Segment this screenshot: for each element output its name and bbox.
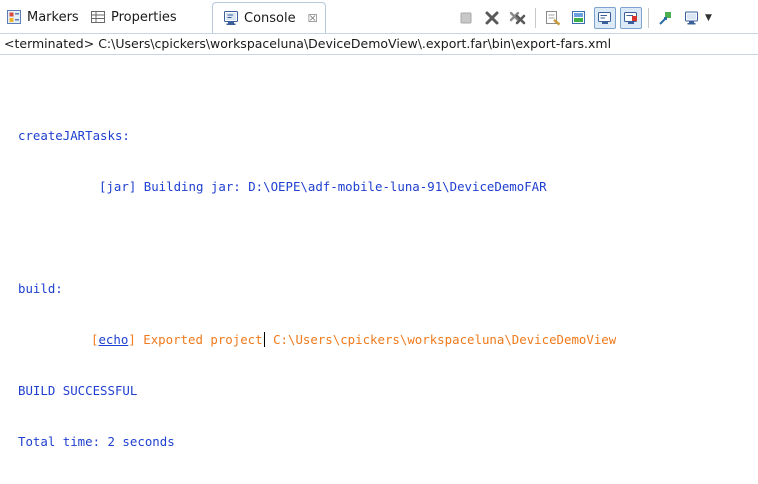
remove-launch-icon xyxy=(485,11,499,25)
remove-all-terminated-icon xyxy=(509,11,526,25)
display-console-icon xyxy=(685,11,698,25)
echo-task-link[interactable]: echo xyxy=(98,332,128,347)
clear-console-button[interactable] xyxy=(542,7,564,29)
view-menu-chevron-down-icon[interactable]: ▼ xyxy=(705,13,712,23)
pin-icon xyxy=(659,12,671,25)
output-line-build-result: BUILD SUCCESSFUL xyxy=(18,383,138,398)
output-line-total-time: Total time: 2 seconds xyxy=(18,434,175,449)
echo-bracket-open: [ xyxy=(91,332,99,347)
clear-console-icon xyxy=(546,11,561,26)
console-output[interactable]: createJARTasks: [jar] Building jar: D:\O… xyxy=(18,93,753,484)
properties-icon xyxy=(90,9,106,25)
output-line-target-build: build: xyxy=(18,281,63,296)
console-icon xyxy=(223,10,239,26)
tab-properties-label: Properties xyxy=(111,9,177,25)
terminate-button[interactable] xyxy=(455,7,477,29)
terminate-icon xyxy=(460,12,472,24)
pin-console-button[interactable] xyxy=(655,7,677,29)
output-blank-line xyxy=(18,229,753,246)
show-on-stderr-button[interactable] xyxy=(620,7,642,29)
toolbar-separator xyxy=(535,8,536,28)
echo-message-b: C:\Users\cpickers\workspaceluna\DeviceDe… xyxy=(265,332,617,347)
show-on-stdout-button[interactable] xyxy=(594,7,616,29)
echo-bracket-close: ] xyxy=(128,332,136,347)
show-stdout-icon xyxy=(598,12,611,24)
text-caret xyxy=(263,332,265,347)
scroll-lock-button[interactable] xyxy=(568,7,590,29)
remove-all-terminated-button[interactable] xyxy=(507,7,529,29)
view-tab-bar: Markers Properties Console ☒ ▼ xyxy=(0,0,758,33)
output-line-target-createjartasks: createJARTasks: xyxy=(18,128,130,143)
output-line-echo: [echo] Exported project C:\Users\cpicker… xyxy=(18,331,753,348)
console-toolbar: ▼ xyxy=(455,5,712,31)
markers-icon xyxy=(6,9,22,25)
remove-launch-button[interactable] xyxy=(481,7,503,29)
toolbar-separator-2 xyxy=(648,8,649,28)
show-stderr-icon xyxy=(624,12,637,24)
tab-console-label: Console xyxy=(244,10,296,26)
close-icon[interactable]: ☒ xyxy=(308,12,318,25)
scroll-lock-icon xyxy=(572,11,585,24)
output-line-jar: [jar] Building jar: D:\OEPE\adf-mobile-l… xyxy=(99,179,547,194)
echo-message-a: Exported project xyxy=(135,332,263,347)
tab-console[interactable]: Console ☒ xyxy=(212,2,327,33)
launch-description: <terminated> C:\Users\cpickers\workspace… xyxy=(0,33,758,55)
console-view: Markers Properties Console ☒ ▼ <terminat… xyxy=(0,0,758,449)
tab-markers[interactable]: Markers xyxy=(6,5,79,29)
tab-markers-label: Markers xyxy=(27,9,79,25)
tab-properties[interactable]: Properties xyxy=(90,5,177,29)
display-selected-console-button[interactable] xyxy=(681,7,703,29)
